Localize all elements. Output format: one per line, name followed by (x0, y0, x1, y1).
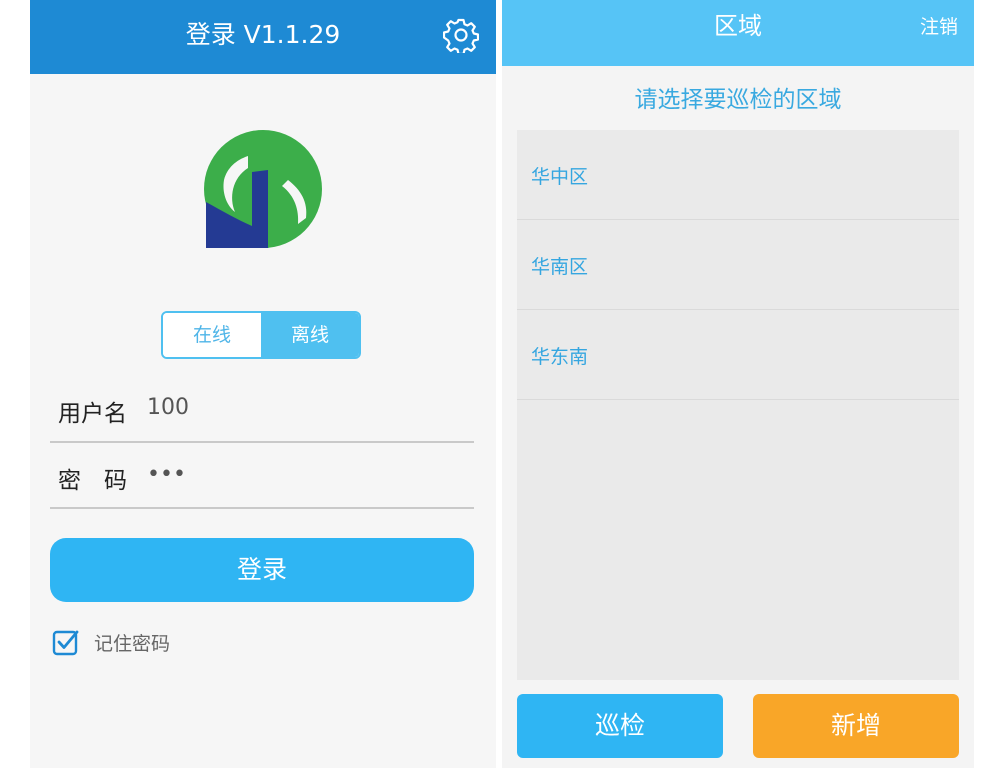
login-screen: 登录 V1.1.29 在线 离线 用户名 密 码 ••• 登录 记住密码 (30, 0, 496, 768)
remember-password-label: 记住密码 (94, 632, 171, 655)
gear-icon[interactable] (443, 17, 479, 53)
app-logo (204, 130, 322, 248)
add-button[interactable]: 新增 (753, 694, 959, 758)
password-label: 密 码 (58, 468, 127, 494)
region-item[interactable]: 华中区 (517, 130, 959, 220)
logout-button[interactable]: 注销 (920, 12, 958, 39)
region-item-label: 华南区 (531, 256, 589, 278)
password-divider (50, 507, 474, 509)
username-input[interactable] (147, 395, 447, 420)
login-title: 登录 V1.1.29 (185, 20, 341, 49)
username-label: 用户名 (58, 401, 127, 427)
region-prompt: 请选择要巡检的区域 (634, 87, 842, 113)
login-app-bar: 登录 V1.1.29 (30, 0, 496, 74)
password-input[interactable]: ••• (147, 462, 186, 487)
region-item[interactable]: 华东南 (517, 310, 959, 400)
mode-online-option[interactable]: 在线 (163, 313, 261, 357)
region-screen: 区域 注销 请选择要巡检的区域 华中区 华南区 华东南 巡检 新增 (502, 0, 974, 768)
mode-offline-option[interactable]: 离线 (261, 313, 359, 357)
region-item-label: 华东南 (531, 346, 589, 368)
region-list: 华中区 华南区 华东南 (517, 130, 959, 680)
login-button[interactable]: 登录 (50, 538, 474, 602)
remember-password-checkbox[interactable]: 记住密码 (52, 627, 170, 657)
region-title: 区域 (714, 12, 762, 40)
checkbox-checked-icon[interactable] (52, 628, 80, 656)
region-item[interactable]: 华南区 (517, 220, 959, 310)
region-item-label: 华中区 (531, 166, 589, 188)
username-divider (50, 441, 474, 443)
region-app-bar: 区域 注销 (502, 0, 974, 66)
mode-toggle: 在线 离线 (161, 311, 361, 359)
patrol-button[interactable]: 巡检 (517, 694, 723, 758)
